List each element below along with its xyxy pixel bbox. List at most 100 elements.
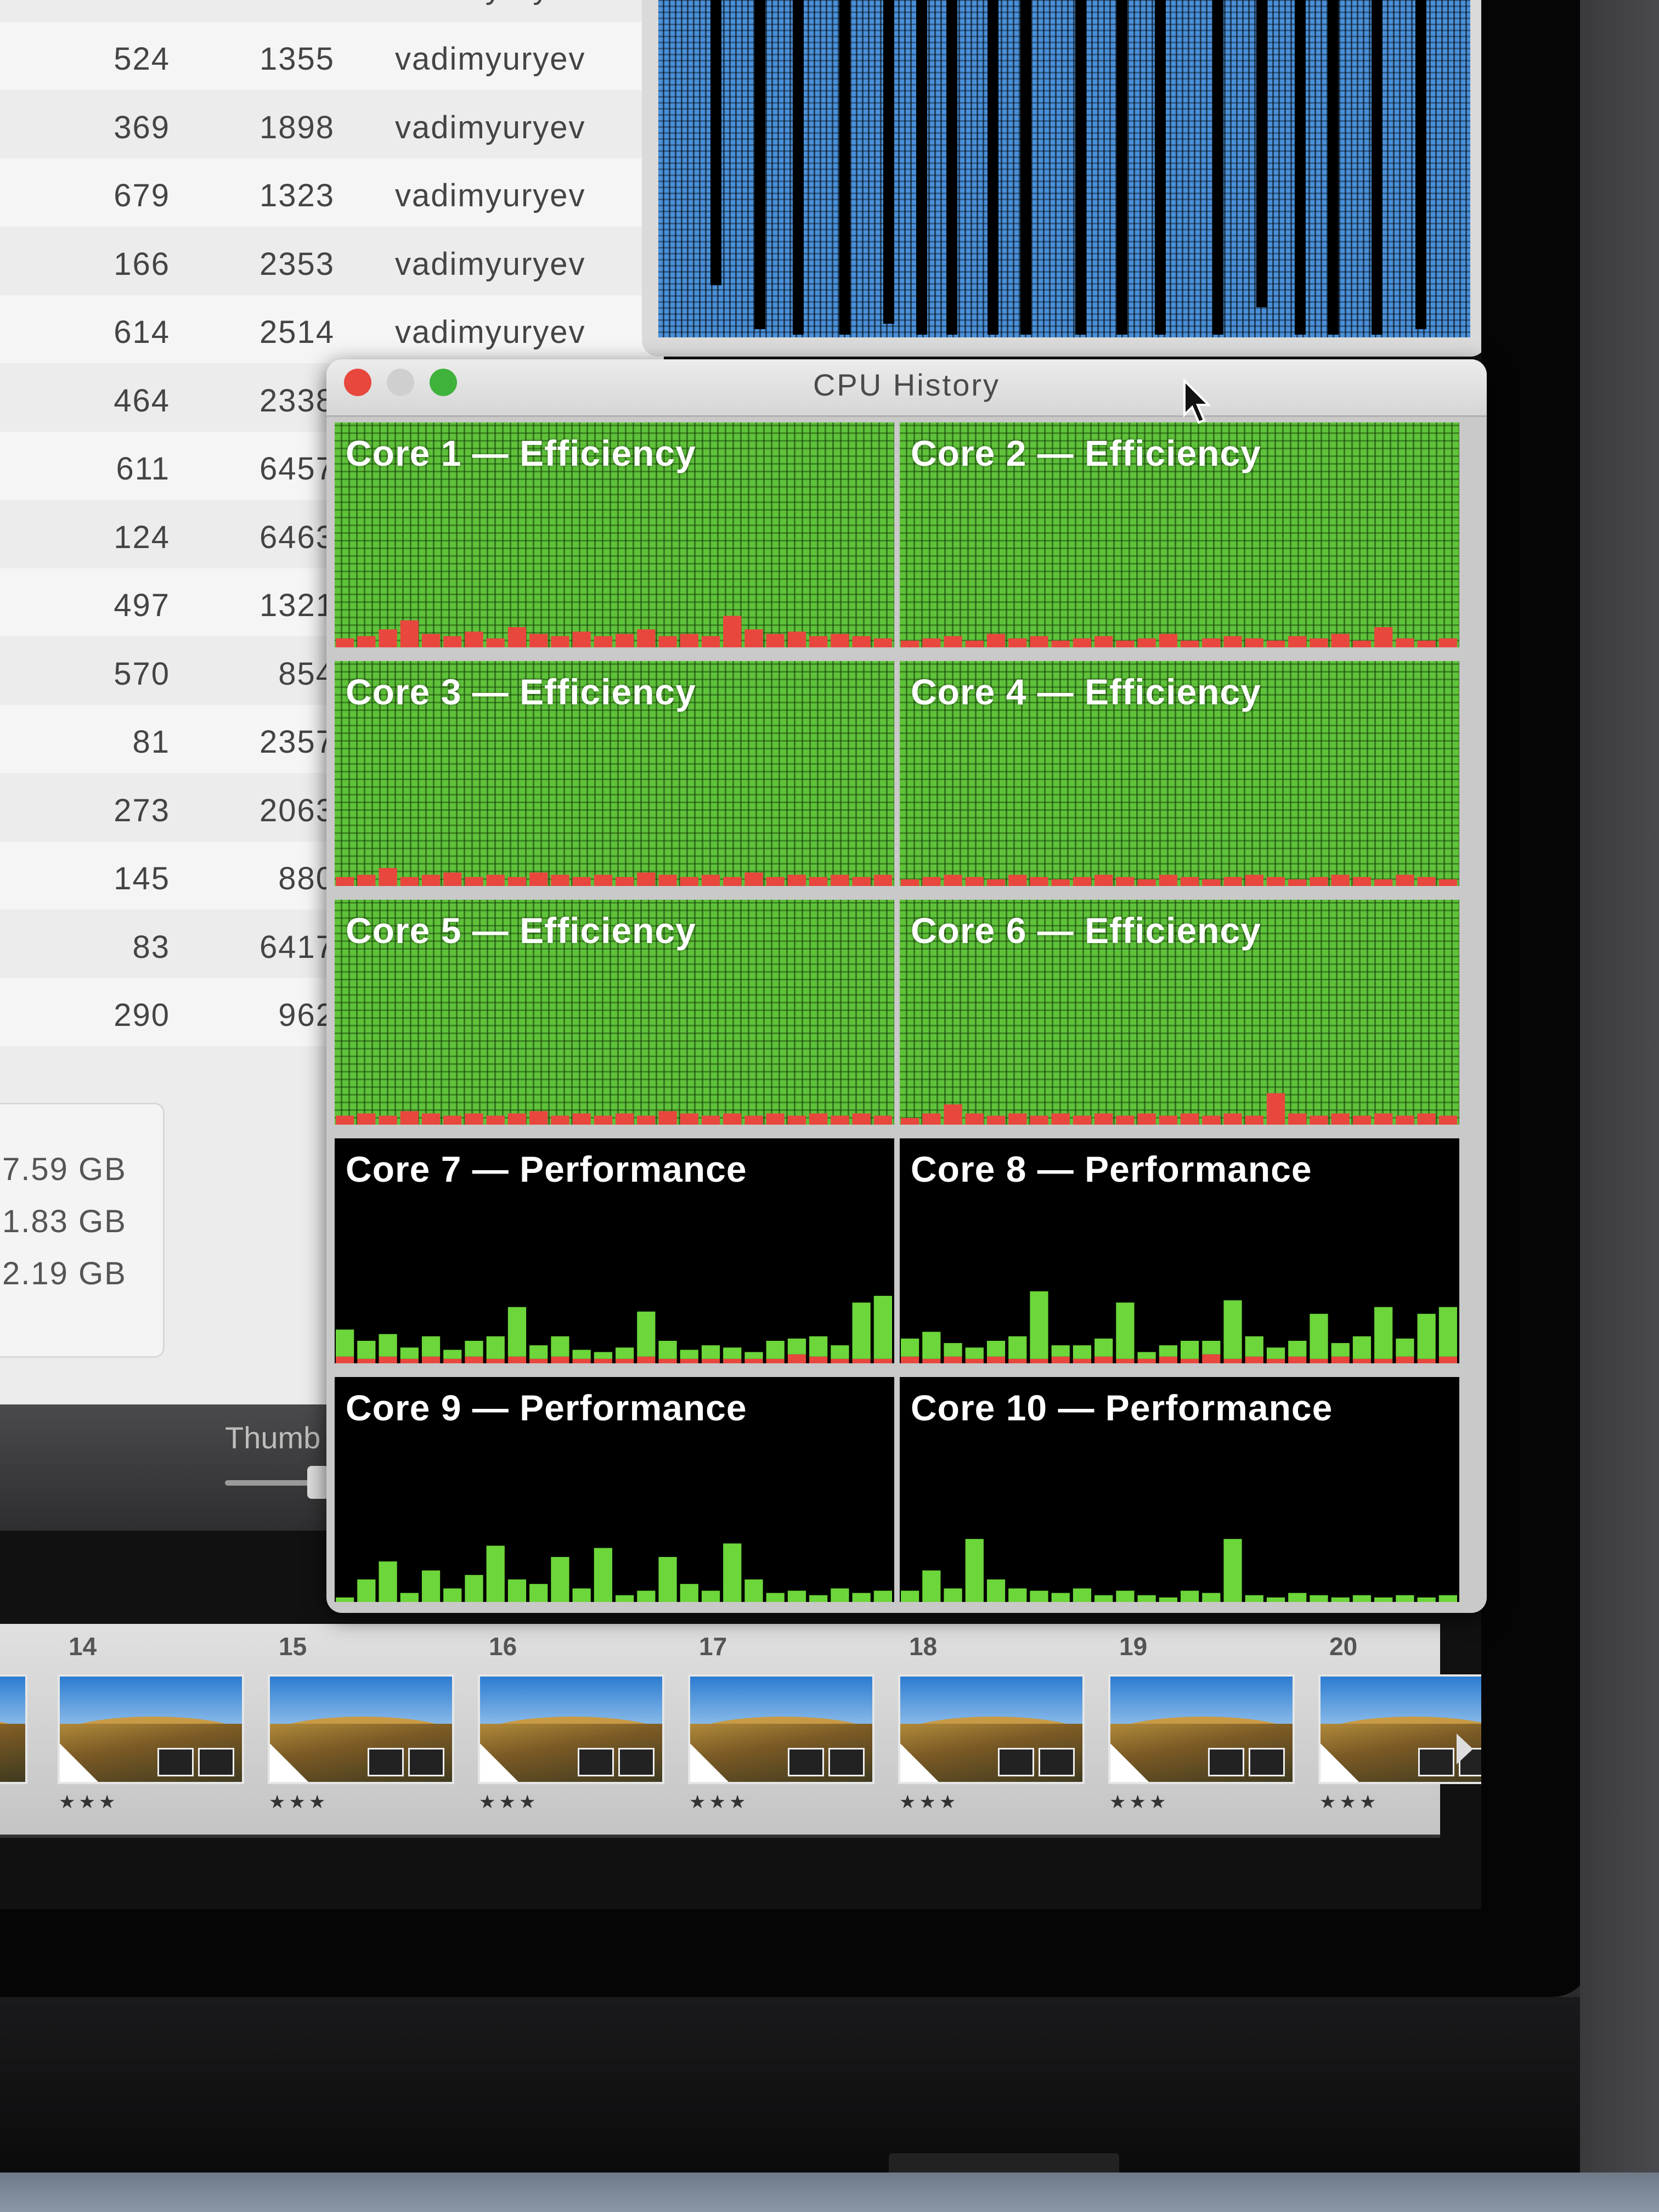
pid-cell: 611 (116, 451, 170, 487)
table-row[interactable]: 679 1323 vadimyuryev (0, 159, 664, 227)
user-load-bar (723, 1347, 742, 1359)
system-load-bar (809, 1113, 828, 1125)
user-load-bar (1223, 1539, 1242, 1602)
system-load-bar (1202, 879, 1221, 886)
system-load-bar (1159, 1115, 1177, 1125)
system-load-bar (787, 874, 806, 886)
core-5-panel: Core 5 — Efficiency (335, 900, 894, 1125)
table-row[interactable]: vadimyuryev (0, 0, 664, 19)
system-load-bar (616, 1358, 634, 1363)
user-load-bar (1352, 1595, 1372, 1602)
system-load-bar (1181, 1113, 1199, 1125)
frame-number: 16 (489, 1632, 517, 1661)
core-3-panel: Core 3 — Efficiency (335, 661, 894, 886)
film-thumbnail[interactable] (898, 1674, 1085, 1784)
system-load-bar (965, 877, 984, 886)
core-9-panel: Core 9 — Performance (335, 1377, 894, 1602)
film-thumbnail[interactable] (1108, 1674, 1295, 1784)
pid-cell: 497 (114, 588, 170, 623)
user-load-bar (723, 1543, 742, 1602)
pid-cell: 614 (114, 314, 170, 350)
user-load-bar (658, 1341, 677, 1359)
edit-badge-icon (1039, 1748, 1075, 1776)
pid-cell: 524 (114, 41, 170, 77)
system-load-bar (922, 1113, 941, 1125)
title-bar[interactable]: CPU History (326, 359, 1487, 417)
value-cell: 2353 (259, 246, 335, 282)
system-load-bar (1245, 1356, 1263, 1363)
value-cell: 6417 (259, 929, 335, 965)
film-thumbnail[interactable] (1318, 1674, 1481, 1784)
table-row[interactable]: 369 1898 vadimyuryev (0, 91, 664, 159)
system-load-bar (400, 877, 419, 886)
user-load-bar (486, 1545, 505, 1602)
star-rating[interactable]: ★★★ (899, 1791, 959, 1813)
system-load-bar (809, 636, 828, 647)
user-load-bar (680, 1350, 698, 1359)
system-load-bar (680, 1358, 698, 1363)
system-load-bar (701, 874, 720, 886)
table-row[interactable]: 614 2514 vadimyuryev (0, 295, 664, 363)
system-load-bar (357, 636, 376, 647)
table-row[interactable]: 166 2353 vadimyuryev (0, 227, 664, 295)
system-load-bar (336, 1115, 354, 1125)
system-load-bar (616, 1113, 634, 1125)
star-rating[interactable]: ★★★ (1319, 1791, 1379, 1813)
system-load-bar (787, 1354, 806, 1363)
user-load-bar (616, 1595, 634, 1602)
frame-number: 15 (279, 1632, 307, 1661)
usage-idle-column (710, 0, 721, 285)
value-cell: 1321 (259, 588, 335, 623)
star-rating[interactable]: ★★★ (479, 1791, 539, 1813)
system-load-bar (986, 879, 1006, 886)
star-rating[interactable]: ★★★ (689, 1791, 749, 1813)
user-load-bar (1288, 1341, 1307, 1357)
grid-badge-icon (157, 1748, 194, 1776)
slider-knob[interactable] (307, 1466, 329, 1499)
system-load-bar (465, 877, 483, 886)
user-load-bar (744, 1579, 763, 1602)
system-load-bar (336, 877, 354, 886)
grid-badge-icon (788, 1748, 824, 1776)
user-load-bar (1008, 1588, 1027, 1602)
user-load-bar (873, 1590, 892, 1602)
page-curl-icon (1110, 1743, 1149, 1782)
pid-cell: 145 (114, 861, 170, 896)
user-load-bar (744, 1352, 763, 1359)
user-load-bar (421, 1570, 441, 1602)
pid-cell: 124 (114, 519, 170, 555)
user-load-bar (400, 1593, 419, 1602)
system-load-bar (1288, 1356, 1307, 1363)
usage-idle-column (883, 0, 894, 324)
thumb-size-label: Thumb (225, 1420, 321, 1455)
user-load-bar (379, 1334, 397, 1357)
user-load-bar (1331, 1343, 1350, 1357)
user-cell: vadimyuryev (395, 41, 586, 77)
system-load-bar (873, 1358, 892, 1363)
usage-idle-column (1116, 0, 1127, 335)
system-load-bar (1073, 1115, 1092, 1125)
film-thumbnail[interactable] (478, 1674, 664, 1784)
user-load-bar (1137, 1352, 1156, 1359)
system-load-bar (766, 1358, 785, 1363)
user-load-bar (1116, 1590, 1135, 1602)
star-rating[interactable]: ★★★ (59, 1791, 119, 1813)
system-load-bar (1310, 1358, 1328, 1363)
system-load-bar (465, 631, 483, 647)
filmstrip-next-arrow[interactable] (1457, 1734, 1473, 1764)
system-load-bar (400, 620, 419, 647)
film-thumbnail[interactable] (0, 1674, 27, 1784)
film-thumbnail[interactable] (268, 1674, 454, 1784)
star-rating[interactable]: ★★★ (269, 1791, 329, 1813)
system-load-bar (421, 634, 441, 647)
usage-idle-column (946, 0, 957, 335)
value-cell: 2514 (259, 314, 335, 350)
system-load-bar (1073, 1358, 1092, 1363)
system-load-bar (1374, 879, 1393, 886)
system-load-bar (922, 1358, 941, 1363)
table-row[interactable]: 524 1355 vadimyuryev (0, 22, 664, 90)
film-thumbnail[interactable] (58, 1674, 244, 1784)
system-load-bar (465, 1113, 483, 1125)
film-thumbnail[interactable] (688, 1674, 874, 1784)
star-rating[interactable]: ★★★ (1109, 1791, 1169, 1813)
